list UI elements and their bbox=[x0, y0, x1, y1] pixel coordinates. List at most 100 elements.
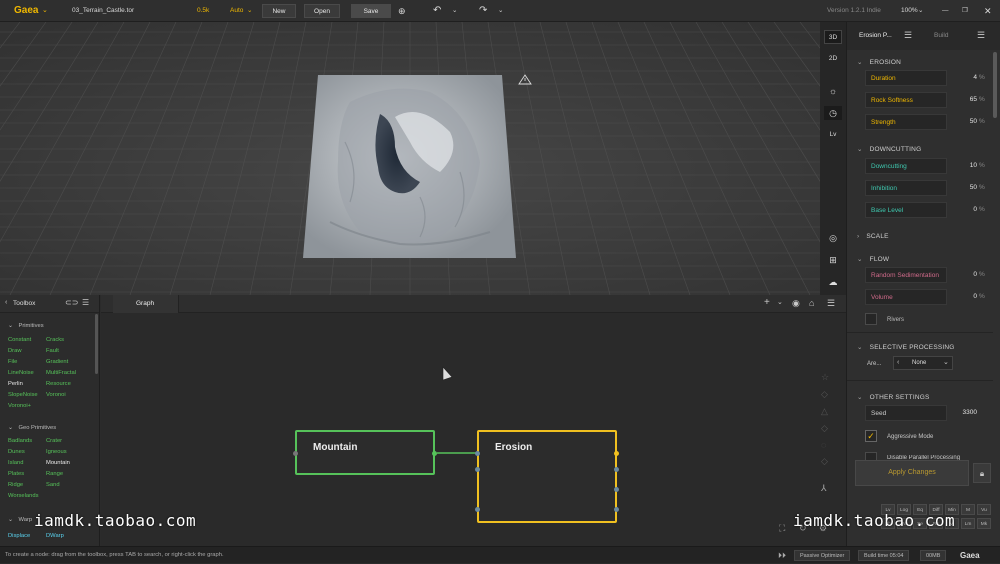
param-strength-value[interactable]: 50 bbox=[947, 114, 977, 130]
toolbox-item-range[interactable]: Range bbox=[46, 471, 63, 477]
toolbox-item-draw[interactable]: Draw bbox=[8, 348, 22, 354]
disable-parallel-checkbox[interactable] bbox=[865, 452, 877, 460]
node-mountain[interactable]: Mountain bbox=[293, 430, 437, 475]
cloud-icon[interactable]: ☁ bbox=[824, 275, 842, 289]
param-inhibition[interactable]: Inhibition bbox=[865, 180, 947, 196]
graph-branch-icon[interactable]: ⅄ bbox=[821, 484, 827, 493]
graph-tool-icon[interactable]: ◇ bbox=[821, 457, 828, 466]
undo-chevron-icon[interactable]: ⌄ bbox=[452, 0, 457, 22]
area-select[interactable]: ‹ None ⌄ bbox=[893, 356, 953, 370]
save-button[interactable]: Save bbox=[351, 4, 391, 18]
view-2d-button[interactable]: 2D bbox=[824, 52, 842, 66]
input-port[interactable] bbox=[475, 507, 480, 512]
input-port[interactable] bbox=[475, 451, 480, 456]
view-3d-button[interactable]: 3D bbox=[824, 30, 842, 44]
apply-changes-button[interactable]: Apply Changes bbox=[855, 460, 969, 486]
aggressive-mode-checkbox[interactable]: ✓ bbox=[865, 430, 877, 442]
param-duration[interactable]: Duration bbox=[865, 70, 947, 86]
menu-icon[interactable]: ☰ bbox=[827, 298, 835, 309]
graph-tool-icon[interactable]: ◌ bbox=[821, 441, 826, 450]
toolbox-item-linenoise[interactable]: LineNoise bbox=[8, 370, 34, 376]
input-port[interactable] bbox=[475, 467, 480, 472]
graph-tool-icon[interactable]: ☆ bbox=[821, 373, 829, 382]
node-erosion[interactable]: Erosion bbox=[475, 430, 619, 523]
target-icon[interactable]: ◉ bbox=[792, 298, 800, 309]
mini-tool-button[interactable]: Lm bbox=[961, 518, 975, 529]
resolution-select[interactable]: 0.5k bbox=[197, 0, 209, 22]
toolbox-item-voronoi-[interactable]: Voronoi+ bbox=[8, 403, 31, 409]
param-random-sedimentation-value[interactable]: 0 bbox=[947, 267, 977, 283]
panel-scrollbar[interactable] bbox=[993, 52, 997, 118]
toolbox-item-perlin[interactable]: Perlin bbox=[8, 381, 23, 387]
input-port[interactable] bbox=[293, 451, 298, 456]
param-duration-value[interactable]: 4 bbox=[947, 70, 977, 86]
param-volume[interactable]: Volume bbox=[865, 289, 947, 305]
param-inhibition-value[interactable]: 50 bbox=[947, 180, 977, 196]
toolbox-item-constant[interactable]: Constant bbox=[8, 337, 31, 343]
toolbox-item-fault[interactable]: Fault bbox=[46, 348, 59, 354]
toolbox-item-voronoi[interactable]: Voronoi bbox=[46, 392, 66, 398]
tab-build[interactable]: Build bbox=[934, 32, 948, 39]
toolbox-item-plates[interactable]: Plates bbox=[8, 471, 24, 477]
toolbox-item-igneous[interactable]: Igneous bbox=[46, 449, 67, 455]
param-random-sedimentation[interactable]: Random Sedimentation bbox=[865, 267, 947, 283]
zoom-select[interactable]: 100% bbox=[901, 0, 918, 22]
toolbox-item-dunes[interactable]: Dunes bbox=[8, 449, 25, 455]
redo-chevron-icon[interactable]: ⌄ bbox=[498, 0, 503, 22]
output-port[interactable] bbox=[614, 507, 619, 512]
toolbox-scrollbar[interactable] bbox=[95, 314, 98, 374]
toolbox-item-slopenoise[interactable]: SlopeNoise bbox=[8, 392, 38, 398]
toolbox-item-gradient[interactable]: Gradient bbox=[46, 359, 68, 365]
app-menu-chevron-icon[interactable]: ⌄ bbox=[42, 0, 48, 22]
redo-icon[interactable]: ↷ bbox=[479, 0, 487, 22]
toolbox-item-worselands[interactable]: Worselands bbox=[8, 493, 39, 499]
tab-node-menu-icon[interactable]: ☰ bbox=[904, 30, 912, 41]
output-port[interactable] bbox=[432, 451, 437, 456]
rivers-checkbox[interactable] bbox=[865, 313, 877, 325]
restore-icon[interactable]: ❐ bbox=[962, 0, 968, 22]
save-options-icon[interactable]: ⊕ bbox=[398, 0, 406, 22]
section-flow[interactable]: ⌄ FLOW bbox=[857, 255, 889, 263]
toolbox-item-mountain[interactable]: Mountain bbox=[46, 460, 70, 466]
section-selective-processing[interactable]: ⌄ SELECTIVE PROCESSING bbox=[857, 343, 955, 351]
play-icon[interactable]: ⏵⏵ bbox=[778, 547, 786, 564]
toolbox-item-displace[interactable]: Displace bbox=[8, 533, 30, 539]
3d-viewport[interactable] bbox=[0, 22, 820, 295]
section-erosion[interactable]: ⌄ EROSION bbox=[857, 58, 901, 66]
new-button[interactable]: New bbox=[262, 4, 296, 18]
menu-icon[interactable]: ☰ bbox=[82, 298, 89, 307]
toolbox-item-badlands[interactable]: Badlands bbox=[8, 438, 32, 444]
tab-build-menu-icon[interactable]: ☰ bbox=[977, 30, 985, 41]
param-rock-softness[interactable]: Rock Softness bbox=[865, 92, 947, 108]
lock-icon[interactable]: 🔒︎ bbox=[973, 463, 991, 483]
graph-tool-icon[interactable]: ◇ bbox=[821, 390, 828, 399]
param-strength[interactable]: Strength bbox=[865, 114, 947, 130]
param-downcutting[interactable]: Downcutting bbox=[865, 158, 947, 174]
lv-button[interactable]: Lv bbox=[824, 128, 842, 142]
section-other-settings[interactable]: ⌄ OTHER SETTINGS bbox=[857, 393, 930, 401]
toolbox-item-dwarp[interactable]: DWarp bbox=[46, 533, 64, 539]
app-menu[interactable]: Gaea bbox=[14, 0, 38, 22]
param-base-level[interactable]: Base Level bbox=[865, 202, 947, 218]
fit-view-icon[interactable]: ⛶ bbox=[779, 524, 785, 533]
chevron-left-icon[interactable]: ‹ bbox=[5, 299, 7, 306]
passive-optimizer-toggle[interactable]: Passive Optimizer bbox=[794, 550, 851, 561]
home-icon[interactable]: ⌂ bbox=[809, 298, 814, 308]
toolbox-item-multifractal[interactable]: MultiFractal bbox=[46, 370, 76, 376]
compass-icon[interactable]: ◎ bbox=[824, 231, 842, 245]
toolbox-item-cracks[interactable]: Cracks bbox=[46, 337, 64, 343]
close-icon[interactable]: ✕ bbox=[984, 0, 992, 22]
param-base-level-value[interactable]: 0 bbox=[947, 202, 977, 218]
param-seed-value[interactable]: 3300 bbox=[947, 405, 977, 421]
output-port[interactable] bbox=[614, 487, 619, 492]
param-volume-value[interactable]: 0 bbox=[947, 289, 977, 305]
category-warp[interactable]: ⌄ Warp bbox=[8, 517, 32, 523]
mini-tool-button[interactable]: Mk bbox=[977, 518, 991, 529]
build-mode-chevron-icon[interactable]: ⌄ bbox=[247, 0, 252, 22]
category-primitives[interactable]: ⌄ Primitives bbox=[8, 323, 44, 329]
add-chevron-icon[interactable]: ⌄ bbox=[777, 298, 783, 306]
zoom-chevron-icon[interactable]: ⌄ bbox=[918, 0, 923, 22]
tab-graph[interactable]: Graph bbox=[136, 300, 154, 307]
minimize-icon[interactable]: — bbox=[942, 0, 949, 22]
param-rock-softness-value[interactable]: 65 bbox=[947, 92, 977, 108]
